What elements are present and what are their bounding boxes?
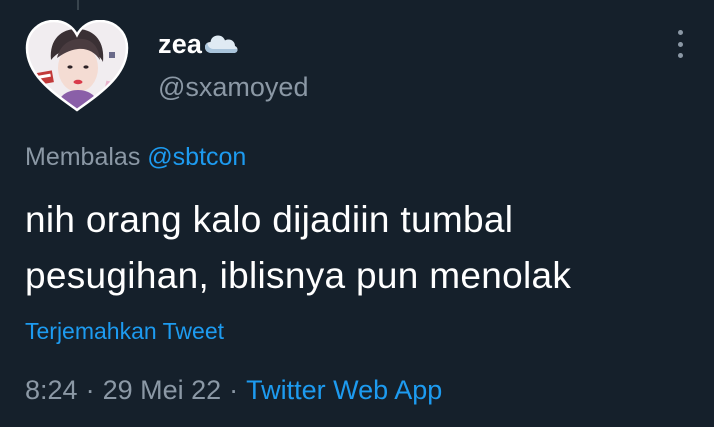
tweet-text-line: nih orang kalo dijadiin tumbal (25, 199, 514, 240)
more-options-icon[interactable] (668, 28, 692, 60)
translate-tweet-link[interactable]: Terjemahkan Tweet (25, 318, 224, 345)
meta-separator: · (85, 375, 95, 405)
tweet-source-link[interactable]: Twitter Web App (246, 375, 442, 405)
tweet-meta-row: 8:24 · 29 Mei 22 · Twitter Web App (25, 375, 442, 406)
tweet-text: nih orang kalo dijadiin tumbal pesugihan… (25, 192, 695, 304)
meta-separator: · (229, 375, 239, 405)
display-name[interactable]: zea (158, 29, 202, 60)
avatar[interactable] (25, 20, 129, 112)
tweet-time[interactable]: 8:24 (25, 375, 78, 405)
more-dot (677, 30, 683, 35)
thread-connector-line (77, 0, 79, 10)
reply-prefix: Membalas (25, 143, 141, 171)
more-dot (677, 53, 683, 58)
tweet-date[interactable]: 29 Mei 22 (103, 375, 222, 405)
tweet-text-line: pesugihan, iblisnya pun menolak (25, 255, 572, 296)
reply-mention-link[interactable]: @sbtcon (147, 143, 246, 171)
user-name-row[interactable]: zea (158, 26, 238, 62)
replying-to-line: Membalas @sbtcon (25, 143, 246, 172)
cloud-icon (204, 33, 238, 55)
user-handle[interactable]: @sxamoyed (158, 72, 308, 103)
more-dot (677, 41, 683, 47)
heart-avatar-image (25, 20, 129, 112)
